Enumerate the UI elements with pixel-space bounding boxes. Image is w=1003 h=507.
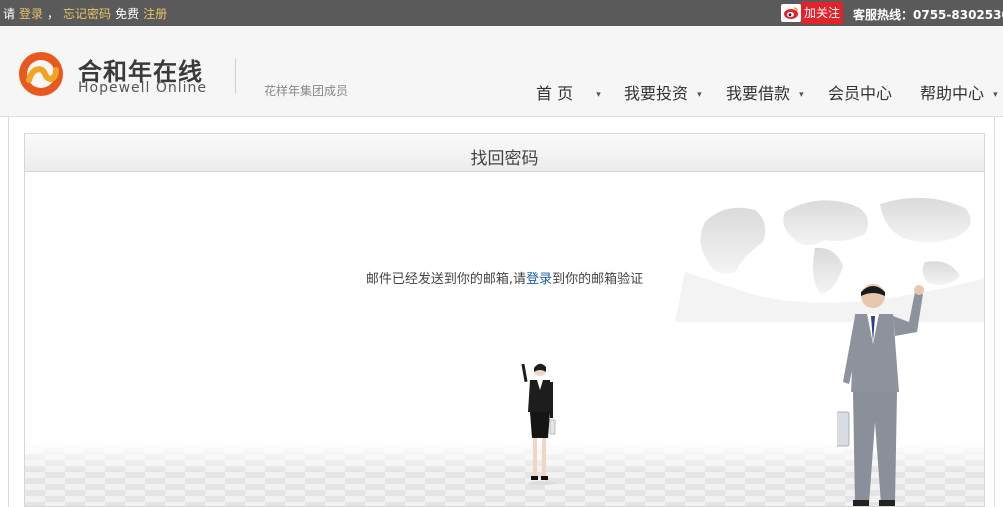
chevron-down-icon: ▾: [697, 89, 702, 100]
nav-item-label: 我要投资: [624, 84, 689, 103]
site-header: 合和年在线 Hopewell Online 花样年集团成员 首 页 ▾ 我要投资…: [0, 26, 1003, 117]
nav-item-home[interactable]: 首 页 ▾: [536, 80, 601, 104]
chevron-down-icon: ▾: [799, 89, 804, 100]
nav-item-help-center[interactable]: 帮助中心 ▾: [920, 80, 998, 104]
top-bar: 请登录 ，忘记密码 免费 注册 加关注 客服热线：0755-83025306: [0, 0, 1003, 26]
login-link[interactable]: 登录: [19, 7, 43, 21]
please-text: 请: [3, 7, 16, 21]
nav-item-label: 我要借款: [726, 84, 791, 103]
recover-password-panel: 找回密码 邮件已经发送到你的邮箱,请登录到你的邮箱验证: [24, 133, 985, 507]
message-after: 到你的邮箱验证: [552, 272, 644, 287]
main-nav: 首 页 ▾ 我要投资 ▾ 我要借款 ▾ 会员中心 帮助中心 ▾: [0, 80, 1003, 106]
register-link[interactable]: 注册: [143, 7, 167, 21]
panel-body: 邮件已经发送到你的邮箱,请登录到你的邮箱验证: [25, 172, 984, 506]
nav-item-label: 会员中心: [828, 84, 893, 103]
message-login-link[interactable]: 登录: [526, 272, 552, 287]
nav-item-member-center[interactable]: 会员中心: [828, 80, 892, 104]
weibo-follow-button[interactable]: 加关注: [781, 2, 843, 24]
world-map-decoration: [675, 197, 984, 322]
nav-item-label: 首 页: [536, 84, 574, 103]
chevron-down-icon: ▾: [596, 89, 601, 100]
nav-item-invest[interactable]: 我要投资 ▾: [624, 80, 702, 104]
top-bar-links: 请登录 ，忘记密码 免费 注册: [3, 5, 171, 22]
nav-item-borrow[interactable]: 我要借款 ▾: [726, 80, 804, 104]
free-text: 免费: [115, 7, 140, 21]
panel-title: 找回密码: [470, 149, 539, 169]
message-before: 邮件已经发送到你的邮箱,请: [365, 272, 527, 287]
businesswoman-illustration: [521, 363, 556, 485]
comma-text: ，: [47, 7, 60, 21]
chevron-down-icon: ▾: [993, 89, 998, 100]
forgot-password-link[interactable]: 忘记密码: [63, 7, 111, 21]
weibo-eye-icon: [781, 4, 801, 22]
follow-label: 加关注: [801, 2, 843, 24]
panel-header: 找回密码: [25, 134, 984, 172]
businessman-illustration: [837, 284, 924, 506]
hotline-text: 客服热线：0755-83025306: [853, 8, 1003, 22]
nav-item-label: 帮助中心: [920, 84, 985, 103]
